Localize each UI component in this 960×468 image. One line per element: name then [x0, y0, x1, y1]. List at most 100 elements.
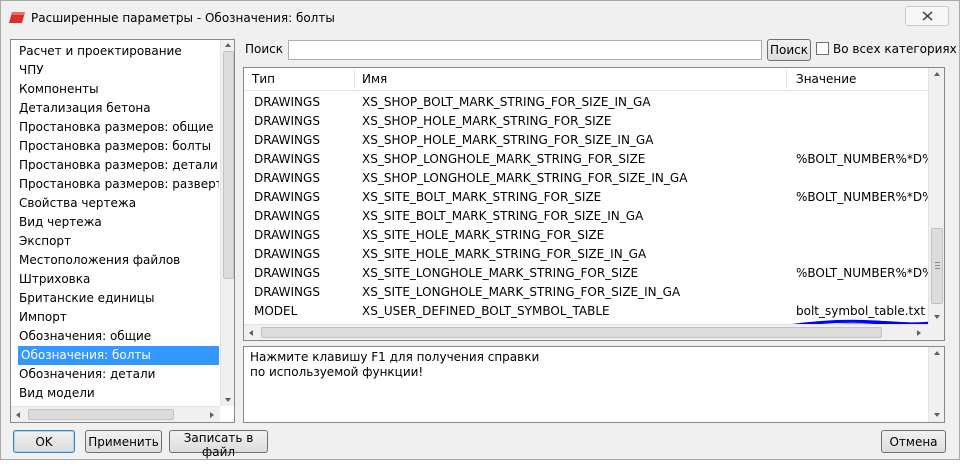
apply-button[interactable]: Применить [85, 430, 162, 453]
help-vertical-scrollbar[interactable] [928, 347, 944, 422]
cell-type: DRAWINGS [254, 133, 320, 147]
cell-name: XS_SHOP_LONGHOLE_MARK_STRING_FOR_SIZE [362, 152, 646, 166]
scroll-right-icon[interactable] [916, 329, 922, 337]
search-label: Поиск [245, 42, 284, 56]
search-input[interactable] [288, 40, 762, 60]
category-item[interactable]: Обозначения: детали [19, 365, 219, 384]
checkbox-box[interactable] [816, 42, 829, 55]
scroll-up-icon[interactable] [933, 71, 941, 77]
category-item[interactable]: Обозначения: общие [19, 327, 219, 346]
cell-name: XS_SITE_HOLE_MARK_STRING_FOR_SIZE [362, 228, 605, 242]
category-item[interactable]: Импорт [19, 308, 219, 327]
cell-type: DRAWINGS [254, 285, 320, 299]
scroll-down-icon[interactable] [933, 412, 941, 418]
table-row[interactable]: DRAWINGS XS_SITE_HOLE_MARK_STRING_FOR_SIZ… [244, 245, 928, 264]
ok-button[interactable]: OK [13, 430, 75, 453]
category-item[interactable]: ЧПУ [19, 61, 219, 80]
scroll-down-icon[interactable] [224, 397, 232, 403]
cell-type: DRAWINGS [254, 114, 320, 128]
cell-name: XS_SITE_BOLT_MARK_STRING_FOR_SIZE_IN_GA [362, 209, 644, 223]
cell-value: %BOLT_NUMBER%*D%H [796, 152, 930, 166]
category-vertical-scrollbar[interactable] [220, 40, 234, 406]
cell-type: DRAWINGS [254, 152, 320, 166]
table-row[interactable]: DRAWINGS XS_SITE_HOLE_MARK_STRING_FOR_SIZ… [244, 226, 928, 245]
cell-name: XS_SHOP_HOLE_MARK_STRING_FOR_SIZE [362, 114, 612, 128]
category-item[interactable]: Свойства чертежа [19, 194, 219, 213]
cell-name: XS_SHOP_LONGHOLE_MARK_STRING_FOR_SIZE_IN… [362, 171, 688, 185]
close-button[interactable] [905, 6, 949, 26]
category-horizontal-scrollbar[interactable] [11, 406, 220, 422]
column-divider[interactable] [786, 70, 787, 89]
scroll-up-icon[interactable] [224, 42, 232, 48]
scroll-thumb[interactable] [28, 409, 174, 420]
all-categories-checkbox[interactable]: Во всех категориях [816, 42, 957, 56]
scroll-down-icon[interactable] [933, 314, 941, 320]
cell-type: DRAWINGS [254, 228, 320, 242]
cell-value: %BOLT_NUMBER%*D%H [796, 190, 930, 204]
category-list[interactable]: Расчет и проектирование ЧПУ Компоненты Дета… [10, 39, 235, 423]
table-row[interactable]: DRAWINGS XS_SITE_LONGHOLE_MARK_STRING_FOR… [244, 283, 928, 302]
category-item[interactable]: Детализация бетона [19, 99, 219, 118]
table-row[interactable]: DRAWINGS XS_SHOP_LONGHOLE_MARK_STRING_FOR… [244, 169, 928, 188]
all-categories-label: Во всех категориях [833, 42, 957, 56]
table-horizontal-scrollbar[interactable] [244, 324, 928, 340]
category-item[interactable]: Простановка размеров: болты [19, 137, 219, 156]
table-row[interactable]: DRAWINGS XS_SITE_BOLT_MARK_STRING_FOR_SIZ… [244, 207, 928, 226]
scroll-thumb[interactable] [931, 228, 943, 304]
help-text-line: Нажмите клавишу F1 для получения справки [250, 350, 540, 364]
category-item[interactable]: Расчет и проектирование [19, 42, 219, 61]
cell-type: DRAWINGS [254, 266, 320, 280]
cancel-button[interactable]: Отмена [881, 430, 946, 453]
category-item[interactable]: Простановка размеров: детали [19, 156, 219, 175]
cell-name: XS_USER_DEFINED_BOLT_SYMBOL_TABLE [362, 304, 610, 318]
table-row[interactable]: DRAWINGS XS_SHOP_HOLE_MARK_STRING_FOR_SIZ… [244, 131, 928, 150]
scroll-left-icon[interactable] [15, 411, 21, 419]
scroll-right-icon[interactable] [209, 411, 215, 419]
search-button[interactable]: Поиск [767, 39, 811, 61]
table-vertical-scrollbar[interactable] [928, 68, 944, 324]
title-bar: Расширенные параметры - Обозначения: бол… [1, 1, 959, 35]
scroll-thumb[interactable] [261, 327, 882, 338]
category-item[interactable]: Штриховка [19, 270, 219, 289]
category-item[interactable]: Британские единицы [19, 289, 219, 308]
cell-type: DRAWINGS [254, 171, 320, 185]
scroll-thumb[interactable] [223, 51, 234, 279]
window-title: Расширенные параметры - Обозначения: бол… [31, 11, 335, 25]
cell-name: XS_SITE_BOLT_MARK_STRING_FOR_SIZE [362, 190, 602, 204]
table-row[interactable]: DRAWINGS XS_SHOP_BOLT_MARK_STRING_FOR_SIZ… [244, 93, 928, 112]
column-header-type[interactable]: Тип [244, 68, 275, 91]
help-text-line: по используемой функции! [250, 365, 424, 379]
column-header-name[interactable]: Имя [354, 68, 387, 91]
advanced-options-dialog: Расширенные параметры - Обозначения: бол… [0, 0, 960, 460]
category-item[interactable]: Местоположения файлов [19, 251, 219, 270]
category-item[interactable]: Экспорт [19, 232, 219, 251]
cell-name: XS_SHOP_BOLT_MARK_STRING_FOR_SIZE_IN_GA [362, 95, 651, 109]
table-row[interactable]: DRAWINGS XS_SHOP_LONGHOLE_MARK_STRING_FOR… [244, 150, 930, 169]
cell-name: XS_SITE_LONGHOLE_MARK_STRING_FOR_SIZE_IN… [362, 285, 681, 299]
write-to-file-button[interactable]: Записать в файл [169, 430, 268, 459]
scroll-up-icon[interactable] [933, 350, 941, 356]
cell-type: MODEL [254, 304, 298, 318]
category-item[interactable]: Вид модели [19, 384, 219, 403]
category-item[interactable]: Компоненты [19, 80, 219, 99]
cell-name: XS_SITE_LONGHOLE_MARK_STRING_FOR_SIZE [362, 266, 639, 280]
category-item[interactable]: Простановка размеров: общие [19, 118, 219, 137]
app-logo-icon [9, 12, 25, 23]
category-item[interactable]: Простановка размеров: развертывания [19, 175, 219, 194]
cell-name: XS_SHOP_HOLE_MARK_STRING_FOR_SIZE_IN_GA [362, 133, 654, 147]
cell-value: %BOLT_NUMBER%*D%H [796, 266, 930, 280]
help-box: Нажмите клавишу F1 для получения справки… [243, 346, 945, 423]
scroll-left-icon[interactable] [248, 329, 254, 337]
category-item[interactable]: Вид чертежа [19, 213, 219, 232]
table-row[interactable]: DRAWINGS XS_SITE_LONGHOLE_MARK_STRING_FOR… [244, 264, 930, 283]
cell-type: DRAWINGS [254, 209, 320, 223]
column-header-value[interactable]: Значение [788, 68, 856, 91]
table-row[interactable]: DRAWINGS XS_SITE_BOLT_MARK_STRING_FOR_SIZ… [244, 188, 930, 207]
category-item[interactable]: Обозначения: болты [18, 346, 219, 365]
close-icon [922, 11, 933, 21]
cell-name: XS_SITE_HOLE_MARK_STRING_FOR_SIZE_IN_GA [362, 247, 647, 261]
cell-type: DRAWINGS [254, 190, 320, 204]
table-row[interactable]: DRAWINGS XS_SHOP_HOLE_MARK_STRING_FOR_SIZ… [244, 112, 928, 131]
scrollbar-corner [928, 324, 944, 340]
options-table[interactable]: Тип Имя Значение DRAWINGS XS_SHOP_BOLT_MA… [243, 67, 945, 341]
